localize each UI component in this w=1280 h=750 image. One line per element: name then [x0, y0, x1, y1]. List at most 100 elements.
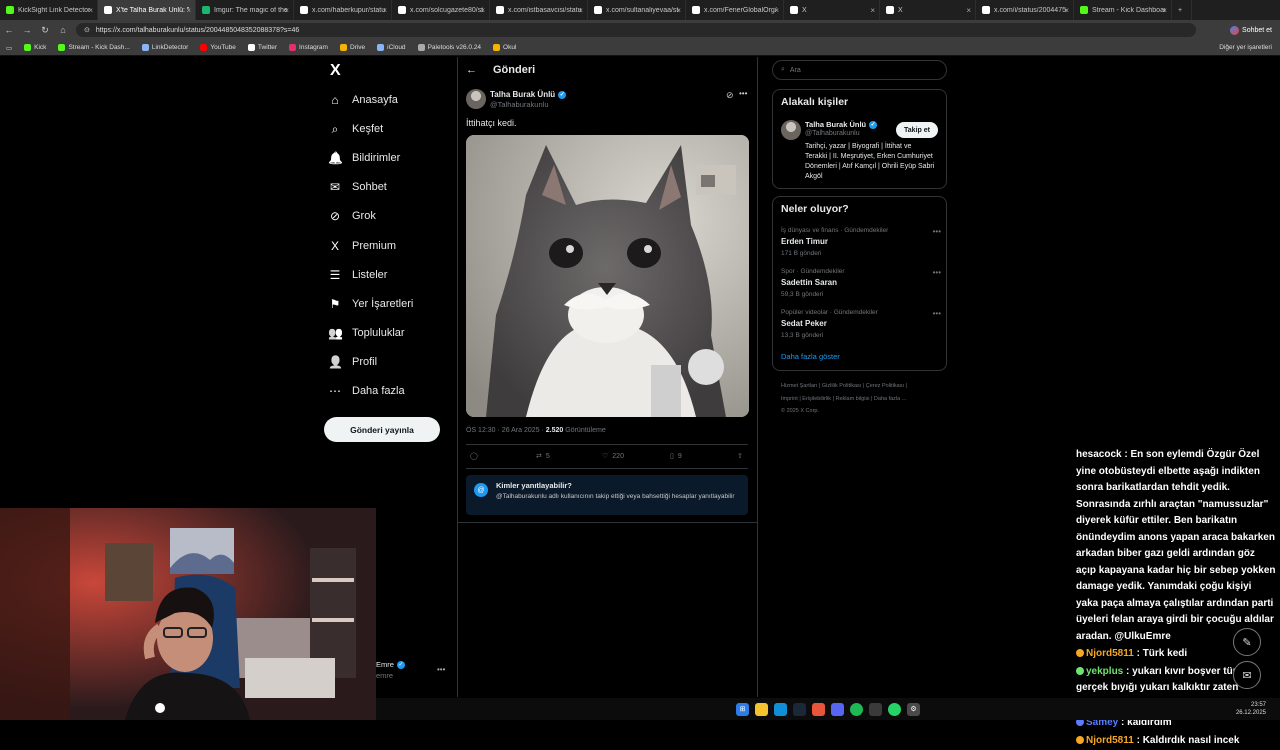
bookmark-item[interactable]: Okul	[493, 44, 516, 51]
bookmark-item[interactable]: Twitter	[247, 44, 277, 51]
chat-username[interactable]: Njord5811	[1086, 735, 1134, 746]
trend-more-icon[interactable]: •••	[933, 309, 941, 318]
like-button[interactable]: ♡ 220	[602, 452, 624, 461]
sidebar-item-2[interactable]: 🔔 Bildirimler	[328, 147, 400, 169]
close-tab-icon[interactable]: ×	[1064, 6, 1069, 15]
system-clock[interactable]: 23:57 26.12.2025	[1236, 701, 1266, 717]
grok-icon[interactable]: ⊘	[726, 90, 734, 101]
sidebar-item-9[interactable]: 👤 Profil	[328, 351, 377, 373]
discord-icon[interactable]	[831, 702, 844, 716]
address-bar[interactable]: ⊙ https://x.com/talhaburakunlu/status/20…	[76, 23, 1196, 37]
chat-username[interactable]: Njord5811	[1086, 648, 1134, 659]
settings-icon[interactable]: ⚙	[907, 702, 920, 716]
trend-more-icon[interactable]: •••	[933, 268, 941, 277]
post-more-icon[interactable]: •••	[739, 89, 747, 98]
search-input[interactable]: ⌕ Ara	[772, 60, 947, 80]
close-tab-icon[interactable]: ×	[186, 6, 191, 15]
sidebar-item-10[interactable]: ⋯ Daha fazla	[328, 380, 405, 402]
reload-icon[interactable]: ↻	[36, 21, 54, 39]
reply-button[interactable]: ◯	[470, 452, 478, 460]
person-avatar[interactable]	[781, 120, 801, 140]
account-more-icon[interactable]: •••	[437, 665, 445, 674]
close-tab-icon[interactable]: ×	[88, 6, 93, 15]
person-name-row[interactable]: Talha Burak Ünlü ✓	[805, 120, 878, 129]
tab-10[interactable]: x.com/i/status/20044751 ×	[976, 0, 1074, 20]
bookmark-item[interactable]: Paletools v26.0.24	[417, 44, 481, 51]
tab-0[interactable]: KickSight Link Detector ×	[0, 0, 98, 20]
app-icon[interactable]	[869, 702, 882, 716]
trend-more-icon[interactable]: •••	[933, 227, 941, 236]
account-switcher[interactable]: Emre ✓ emre	[376, 660, 405, 680]
tab-1[interactable]: X'te Talha Burak Ünlü: "İt ×	[98, 0, 196, 20]
bookmark-item[interactable]: Drive	[339, 44, 365, 51]
author-handle[interactable]: @Talhaburakunlu	[490, 100, 548, 109]
cat-photo	[466, 135, 749, 417]
close-tab-icon[interactable]: ×	[966, 6, 971, 15]
close-tab-icon[interactable]: ×	[284, 6, 289, 15]
x-logo[interactable]: X	[330, 62, 346, 80]
bookmark-item[interactable]: YouTube	[200, 44, 236, 51]
tab-3[interactable]: x.com/haberkupur/status ×	[294, 0, 392, 20]
edge-icon[interactable]	[774, 702, 787, 716]
close-tab-icon[interactable]: ×	[870, 6, 875, 15]
post-image[interactable]	[466, 135, 749, 417]
close-tab-icon[interactable]: ×	[774, 6, 779, 15]
bookmark-item[interactable]: LinkDetector	[141, 44, 188, 51]
bookmark-item[interactable]: iCloud	[377, 44, 406, 51]
home-icon[interactable]: ⌂	[54, 21, 72, 39]
tab-4[interactable]: x.com/solcugazete80/stat ×	[392, 0, 490, 20]
trend-item[interactable]: Popüler videolar · Gündemdekiler Sedat Pe…	[781, 309, 941, 339]
close-tab-icon[interactable]: ×	[480, 6, 485, 15]
close-tab-icon[interactable]: ×	[1162, 6, 1167, 15]
sidebar-item-5[interactable]: X Premium	[328, 235, 396, 257]
back-icon[interactable]: ←	[0, 21, 18, 39]
sidebar-item-1[interactable]: ⌕ Keşfet	[328, 118, 384, 140]
tab-9[interactable]: X ×	[880, 0, 976, 20]
tab-2[interactable]: Imgur: The magic of the I ×	[196, 0, 294, 20]
post-button[interactable]: Gönderi yayınla	[324, 417, 440, 442]
tab-11[interactable]: Stream - Kick Dashboard ×	[1074, 0, 1172, 20]
show-more-link[interactable]: Daha fazla göster	[781, 352, 840, 361]
bookmarks-apps-icon[interactable]: ▭	[6, 44, 12, 52]
author-name-row[interactable]: Talha Burak Ünlü ✓	[490, 90, 567, 99]
windows-start-icon[interactable]: ⊞	[736, 702, 749, 716]
tab-6[interactable]: x.com/sultanaliyevaa/stat ×	[588, 0, 686, 20]
edit-icon[interactable]: ✎	[1233, 628, 1261, 656]
sidebar-item-7[interactable]: ⚑ Yer İşaretleri	[328, 293, 414, 315]
trend-item[interactable]: İş dünyası ve finans · Gündemdekiler Erde…	[781, 227, 941, 257]
tab-5[interactable]: x.com/istbasavcisi/status ×	[490, 0, 588, 20]
site-info-icon[interactable]: ⊙	[84, 26, 90, 34]
tab-8[interactable]: X ×	[784, 0, 880, 20]
new-tab-button[interactable]: +	[1172, 0, 1192, 20]
sidebar-item-6[interactable]: ☰ Listeler	[328, 264, 388, 286]
follow-button[interactable]: Takip et	[896, 122, 938, 138]
close-tab-icon[interactable]: ×	[676, 6, 681, 15]
trend-item[interactable]: Spor · Gündemdekiler Sadettin Saran 59,3 B…	[781, 268, 941, 298]
spotify-icon[interactable]	[850, 702, 863, 716]
sidebar-item-8[interactable]: 👥 Topluluklar	[328, 322, 405, 344]
chat-username[interactable]: hesacock	[1076, 449, 1122, 460]
whatsapp-icon[interactable]	[888, 702, 901, 716]
back-arrow-icon[interactable]: ←	[466, 64, 477, 76]
forward-icon[interactable]: →	[18, 21, 36, 39]
share-button[interactable]: ⇧	[737, 452, 743, 460]
close-tab-icon[interactable]: ×	[382, 6, 387, 15]
other-bookmarks[interactable]: Diğer yer işaretleri	[1219, 44, 1272, 51]
close-tab-icon[interactable]: ×	[578, 6, 583, 15]
chat-username[interactable]: yekplus	[1086, 666, 1123, 677]
browser-icon[interactable]	[812, 702, 825, 716]
file-explorer-icon[interactable]	[755, 702, 768, 716]
bookmark-button[interactable]: ▯ 9	[670, 452, 682, 461]
repost-button[interactable]: ⇄ 5	[536, 452, 550, 461]
sidebar-item-0[interactable]: ⌂ Anasayfa	[328, 89, 398, 111]
tab-7[interactable]: x.com/FenerGlobalOrg/st ×	[686, 0, 784, 20]
browser-chat-button[interactable]: Sohbet et	[1230, 25, 1272, 35]
bookmark-item[interactable]: Stream - Kick Dash...	[58, 44, 130, 51]
messages-icon[interactable]: ✉	[1233, 661, 1261, 689]
bookmark-item[interactable]: Instagram	[289, 44, 328, 51]
steam-icon[interactable]	[793, 702, 806, 716]
author-avatar[interactable]	[466, 89, 486, 109]
sidebar-item-3[interactable]: ✉ Sohbet	[328, 176, 387, 198]
bookmark-item[interactable]: Kick	[24, 44, 46, 51]
sidebar-item-4[interactable]: ⊘ Grok	[328, 205, 376, 227]
